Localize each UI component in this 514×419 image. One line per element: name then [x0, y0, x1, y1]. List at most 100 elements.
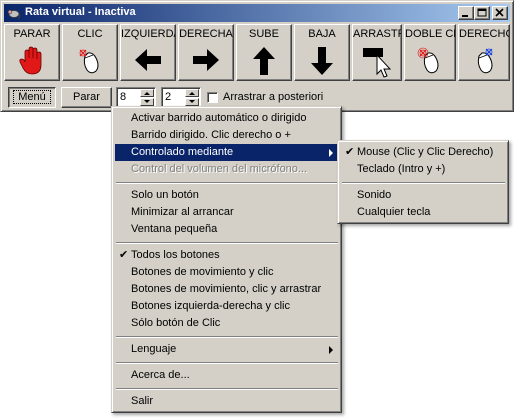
popup-menu: Activar barrido automático o dirigido Ba…	[111, 106, 342, 413]
mouse-double-click-icon	[417, 47, 439, 74]
rat-app-icon	[7, 9, 21, 20]
spin-up-icon	[189, 92, 195, 95]
tool-label: CLIC	[77, 28, 103, 40]
menu-item-microphone-volume: Control del volumen del micrófono...	[115, 161, 339, 178]
menu-item-label: Barrido dirigido. Clic derecho o +	[131, 129, 291, 141]
menu-item-label: Minimizar al arrancar	[131, 206, 234, 218]
up-tool-button[interactable]: SUBE	[236, 24, 292, 81]
menu-item-label: Acerca de...	[131, 369, 190, 381]
speed-value: 8	[120, 91, 127, 103]
tool-label: IZQUIERDA	[121, 28, 176, 40]
menu-item-label: Activar barrido automático o dirigido	[131, 112, 307, 124]
speed-up-button[interactable]	[140, 89, 154, 97]
stop-button[interactable]: Parar	[61, 87, 112, 108]
tool-label: PARAR	[13, 28, 51, 40]
menu-item-auto-scan[interactable]: Activar barrido automático o dirigido	[115, 110, 339, 127]
menu-item-label: Solo un botón	[131, 189, 199, 201]
menu-separator	[116, 242, 338, 244]
right-click-tool-button[interactable]: DERECHO CLIC	[458, 24, 510, 81]
menu-separator	[116, 388, 338, 390]
menu-item-left-right-click-buttons[interactable]: Botones izquierda-derecha y clic	[115, 298, 339, 315]
menu-item-small-window[interactable]: Ventana pequeña	[115, 221, 339, 238]
right-tool-button[interactable]: DERECHA	[178, 24, 234, 81]
step-spinner-arrows	[185, 89, 199, 106]
menu-separator	[116, 336, 338, 338]
menu-item-label: Botones de movimiento, clic y arrastrar	[131, 283, 322, 295]
tool-label: DERECHA	[179, 28, 233, 40]
close-icon	[495, 8, 504, 17]
drag-later-checkbox[interactable]	[207, 92, 218, 103]
submenu-item-label: Mouse (Clic y Clic Derecho)	[357, 146, 494, 158]
menu-item-directed-scan[interactable]: Barrido dirigido. Clic derecho o +	[115, 127, 339, 144]
menu-item-label: Botones de movimiento y clic	[131, 266, 274, 278]
speed-spinner-arrows	[140, 89, 154, 106]
menu-item-controlled-by[interactable]: Controlado mediante	[115, 144, 339, 161]
arrow-up-icon	[253, 47, 275, 75]
app-window: Rata virtual - Inactiva PARAR CLIC IZQUI…	[0, 0, 514, 112]
menu-item-label: Control del volumen del micrófono...	[131, 163, 308, 175]
stop-hand-icon	[19, 46, 42, 75]
step-up-button[interactable]	[185, 89, 199, 97]
menu-item-language[interactable]: Lenguaje	[115, 341, 339, 358]
arrow-down-icon	[311, 47, 333, 75]
down-tool-button[interactable]: BAJA	[294, 24, 350, 81]
checkmark-icon: ✔	[119, 249, 129, 261]
mouse-right-click-icon	[477, 48, 493, 74]
submenu-item-mouse[interactable]: ✔ Mouse (Clic y Clic Derecho)	[341, 144, 506, 161]
stop-tool-button[interactable]: PARAR	[4, 24, 60, 81]
drag-later-label[interactable]: Arrastrar a posteriori	[223, 91, 323, 103]
menu-button[interactable]: Menú	[8, 87, 56, 108]
menu-item-label: Todos los botones	[131, 249, 220, 261]
title-bar[interactable]: Rata virtual - Inactiva	[4, 4, 510, 22]
speed-spinner[interactable]: 8	[116, 87, 156, 108]
step-down-button[interactable]	[185, 98, 199, 106]
window-title: Rata virtual - Inactiva	[25, 6, 136, 18]
controlled-by-submenu: ✔ Mouse (Clic y Clic Derecho) Teclado (In…	[337, 140, 509, 224]
spin-down-icon	[189, 100, 195, 103]
click-tool-button[interactable]: CLIC	[62, 24, 118, 81]
speed-down-button[interactable]	[140, 98, 154, 106]
submenu-item-label: Sonido	[357, 189, 392, 201]
stop-button-label: Parar	[73, 91, 100, 103]
menu-item-single-button[interactable]: Solo un botón	[115, 187, 339, 204]
submenu-item-label: Teclado (Intro y +)	[357, 163, 446, 175]
step-value: 2	[165, 91, 172, 103]
menu-item-label: Ventana pequeña	[131, 223, 218, 235]
tool-label: BAJA	[308, 28, 336, 40]
action-toolbar: PARAR CLIC IZQUIERDA DERECHA SUBE BAJA A…	[4, 24, 510, 81]
minimize-button[interactable]	[458, 6, 474, 20]
menu-item-minimize-start[interactable]: Minimizar al arrancar	[115, 204, 339, 221]
menu-item-label: Controlado mediante	[131, 146, 234, 158]
left-tool-button[interactable]: IZQUIERDA	[120, 24, 176, 81]
close-button[interactable]	[492, 6, 508, 20]
submenu-item-any-key[interactable]: Cualquier tecla	[341, 204, 506, 221]
tool-label: ARRASTRAR	[353, 28, 401, 40]
menu-item-move-click-drag-buttons[interactable]: Botones de movimiento, clic y arrastrar	[115, 281, 339, 298]
menu-item-all-buttons[interactable]: ✔ Todos los botones	[115, 247, 339, 264]
menu-item-label: Lenguaje	[131, 343, 177, 355]
drag-cursor-icon	[363, 48, 392, 78]
menu-item-about[interactable]: Acerca de...	[115, 367, 339, 384]
menu-separator	[116, 182, 338, 184]
menu-item-click-only[interactable]: Sólo botón de Clic	[115, 315, 339, 332]
submenu-item-keyboard[interactable]: Teclado (Intro y +)	[341, 161, 506, 178]
menu-item-label: Botones izquierda-derecha y clic	[131, 300, 290, 312]
maximize-icon	[477, 8, 487, 17]
maximize-button[interactable]	[474, 6, 490, 20]
checkmark-icon: ✔	[345, 146, 355, 158]
tool-label: DOBLE CLIC	[405, 28, 455, 40]
menu-item-exit[interactable]: Salir	[115, 393, 339, 410]
menu-item-move-click-buttons[interactable]: Botones de movimiento y clic	[115, 264, 339, 281]
arrow-left-icon	[135, 49, 161, 71]
drag-tool-button[interactable]: ARRASTRAR	[352, 24, 402, 81]
submenu-item-sound[interactable]: Sonido	[341, 187, 506, 204]
step-spinner[interactable]: 2	[161, 87, 201, 108]
menu-item-label: Salir	[131, 395, 154, 407]
menu-item-label: Sólo botón de Clic	[131, 317, 221, 329]
menu-separator	[342, 182, 505, 184]
menu-separator	[116, 362, 338, 364]
submenu-item-label: Cualquier tecla	[357, 206, 431, 218]
double-click-tool-button[interactable]: DOBLE CLIC	[404, 24, 456, 81]
spin-down-icon	[144, 100, 150, 103]
menu-button-label: Menú	[13, 90, 51, 104]
